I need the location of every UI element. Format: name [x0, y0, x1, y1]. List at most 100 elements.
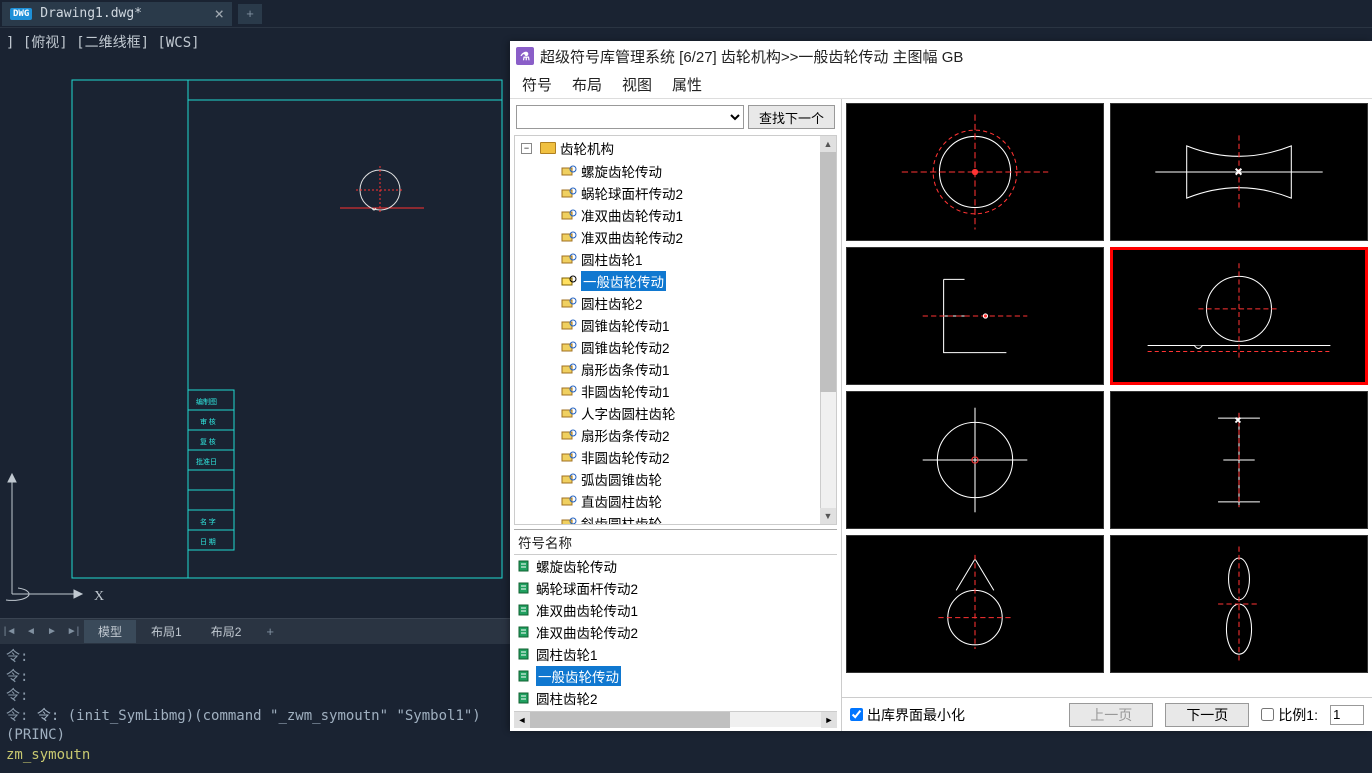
thumbnail[interactable]: × — [1110, 391, 1368, 529]
thumbnail[interactable] — [846, 103, 1104, 241]
symbol-icon — [561, 231, 577, 243]
add-tab-button[interactable]: + — [238, 4, 262, 24]
list-item[interactable]: 蜗轮球面杆传动2 — [514, 577, 837, 599]
ratio-input[interactable] — [1330, 705, 1364, 725]
tree-item[interactable]: 圆柱齿轮2 — [515, 292, 836, 314]
tree-item[interactable]: 螺旋齿轮传动 — [515, 160, 836, 182]
menu-properties[interactable]: 属性 — [664, 72, 710, 97]
dialog-footer: 出库界面最小化 上一页 下一页 比例1: — [842, 697, 1372, 731]
thumbnail[interactable] — [846, 535, 1104, 673]
menu-symbol[interactable]: 符号 — [514, 72, 560, 97]
document-tab-bar: DWG Drawing1.dwg* × + — [0, 0, 1372, 28]
tree-item[interactable]: 非圆齿轮传动1 — [515, 380, 836, 402]
menu-layout[interactable]: 布局 — [564, 72, 610, 97]
menu-view[interactable]: 视图 — [614, 72, 660, 97]
tree-item[interactable]: 蜗轮球面杆传动2 — [515, 182, 836, 204]
symbol-icon — [561, 341, 577, 353]
add-layout-button[interactable]: + — [256, 621, 284, 642]
tree-item[interactable]: 圆锥齿轮传动1 — [515, 314, 836, 336]
close-icon[interactable]: × — [214, 4, 224, 23]
nav-first-icon[interactable]: |◄ — [0, 622, 20, 642]
thumbnail[interactable] — [1110, 247, 1368, 385]
nav-prev-icon[interactable]: ◄ — [21, 622, 41, 642]
tree-root[interactable]: − 齿轮机构 — [515, 136, 836, 160]
symbol-icon — [561, 297, 577, 309]
find-next-button[interactable]: 查找下一个 — [748, 105, 835, 129]
nav-next-icon[interactable]: ► — [42, 622, 62, 642]
command-echo: zm_symoutn — [6, 747, 90, 763]
doc-icon — [518, 581, 532, 595]
tab-layout2[interactable]: 布局2 — [197, 620, 256, 643]
name-list-hscroll[interactable]: ◄ ► — [514, 711, 837, 727]
tree-item[interactable]: 弧齿圆锥齿轮 — [515, 468, 836, 490]
doc-icon — [518, 559, 532, 573]
document-filename: Drawing1.dwg* — [40, 6, 142, 21]
layout-tab-bar: |◄ ◄ ► ►| 模型 布局1 布局2 + — [0, 618, 510, 644]
symbol-icon — [561, 473, 577, 485]
symbol-library-dialog: ⚗ 超级符号库管理系统 [6/27] 齿轮机构>>一般齿轮传动 主图幅 GB 符… — [510, 41, 1372, 731]
doc-icon — [518, 691, 532, 705]
symbol-icon — [561, 451, 577, 463]
list-item[interactable]: 一般齿轮传动 — [514, 665, 837, 687]
hscroll-left-icon[interactable]: ◄ — [514, 712, 530, 728]
tree-item[interactable]: 扇形齿条传动1 — [515, 358, 836, 380]
category-tree[interactable]: − 齿轮机构 螺旋齿轮传动蜗轮球面杆传动2准双曲齿轮传动1准双曲齿轮传动2圆柱齿… — [514, 135, 837, 525]
hscroll-thumb[interactable] — [530, 712, 730, 728]
tree-item[interactable]: 准双曲齿轮传动1 — [515, 204, 836, 226]
tab-model[interactable]: 模型 — [84, 620, 136, 643]
list-item[interactable]: 准双曲齿轮传动2 — [514, 621, 837, 643]
minimize-checkbox[interactable]: 出库界面最小化 — [850, 705, 965, 725]
symbol-icon — [561, 165, 577, 177]
tree-item[interactable]: 非圆齿轮传动2 — [515, 446, 836, 468]
command-line[interactable]: 令: 令: 令: 令: 令: (init_SymLibmg)(command "… — [0, 644, 510, 770]
doc-icon — [518, 603, 532, 617]
symbol-icon — [561, 495, 577, 507]
symbol-icon — [561, 275, 577, 287]
list-item[interactable]: 准双曲齿轮传动1 — [514, 599, 837, 621]
next-page-button[interactable]: 下一页 — [1165, 703, 1249, 727]
svg-text:编制图: 编制图 — [196, 397, 217, 406]
tree-item[interactable]: 人字齿圆柱齿轮 — [515, 402, 836, 424]
svg-text:×: × — [1235, 165, 1242, 179]
search-combo[interactable] — [516, 105, 744, 129]
nav-last-icon[interactable]: ►| — [63, 622, 83, 642]
document-tab[interactable]: DWG Drawing1.dwg* × — [2, 2, 232, 26]
hscroll-right-icon[interactable]: ► — [821, 712, 837, 728]
tree-item[interactable]: 斜齿圆柱齿轮 — [515, 512, 836, 525]
tree-item[interactable]: 直齿圆柱齿轮 — [515, 490, 836, 512]
scroll-up-icon[interactable]: ▲ — [820, 136, 836, 152]
symbol-icon — [561, 407, 577, 419]
thumbnail[interactable] — [1110, 535, 1368, 673]
collapse-icon[interactable]: − — [521, 143, 532, 154]
tree-item[interactable]: 扇形齿条传动2 — [515, 424, 836, 446]
command-text: 令: (init_SymLibmg)(command "_zwm_symoutn… — [6, 708, 481, 744]
tab-layout1[interactable]: 布局1 — [137, 620, 196, 643]
dialog-title: 超级符号库管理系统 [6/27] 齿轮机构>>一般齿轮传动 主图幅 GB — [540, 46, 963, 67]
svg-text:批准日: 批准日 — [196, 457, 217, 466]
tree-item[interactable]: 圆锥齿轮传动2 — [515, 336, 836, 358]
thumbnail[interactable] — [846, 391, 1104, 529]
tree-item[interactable]: 准双曲齿轮传动2 — [515, 226, 836, 248]
list-item[interactable]: 圆柱齿轮1 — [514, 643, 837, 665]
doc-icon — [518, 625, 532, 639]
tree-item[interactable]: 圆柱齿轮1 — [515, 248, 836, 270]
scroll-down-icon[interactable]: ▼ — [820, 508, 836, 524]
prev-page-button[interactable]: 上一页 — [1069, 703, 1153, 727]
drawing-canvas[interactable]: 编制图审 核 复 核批准日 名 字日 期 X — [0, 60, 510, 618]
symbol-icon — [561, 363, 577, 375]
tree-scrollbar[interactable]: ▲ ▼ — [820, 136, 836, 524]
name-list-header: 符号名称 — [514, 530, 837, 555]
dialog-titlebar[interactable]: ⚗ 超级符号库管理系统 [6/27] 齿轮机构>>一般齿轮传动 主图幅 GB — [510, 41, 1372, 71]
symbol-icon — [561, 385, 577, 397]
scroll-thumb[interactable] — [820, 152, 836, 392]
dwg-badge-icon: DWG — [10, 8, 32, 20]
tree-item[interactable]: 一般齿轮传动 — [515, 270, 836, 292]
svg-text:×: × — [1235, 415, 1241, 426]
ratio-field: 比例1: — [1261, 705, 1318, 725]
list-item[interactable]: 螺旋齿轮传动 — [514, 555, 837, 577]
thumbnail[interactable]: × — [1110, 103, 1368, 241]
symbol-name-list[interactable]: 符号名称 螺旋齿轮传动蜗轮球面杆传动2准双曲齿轮传动1准双曲齿轮传动2圆柱齿轮1… — [514, 529, 837, 711]
axis-x-label: X — [94, 589, 104, 604]
thumbnail[interactable] — [846, 247, 1104, 385]
list-item[interactable]: 圆柱齿轮2 — [514, 687, 837, 709]
